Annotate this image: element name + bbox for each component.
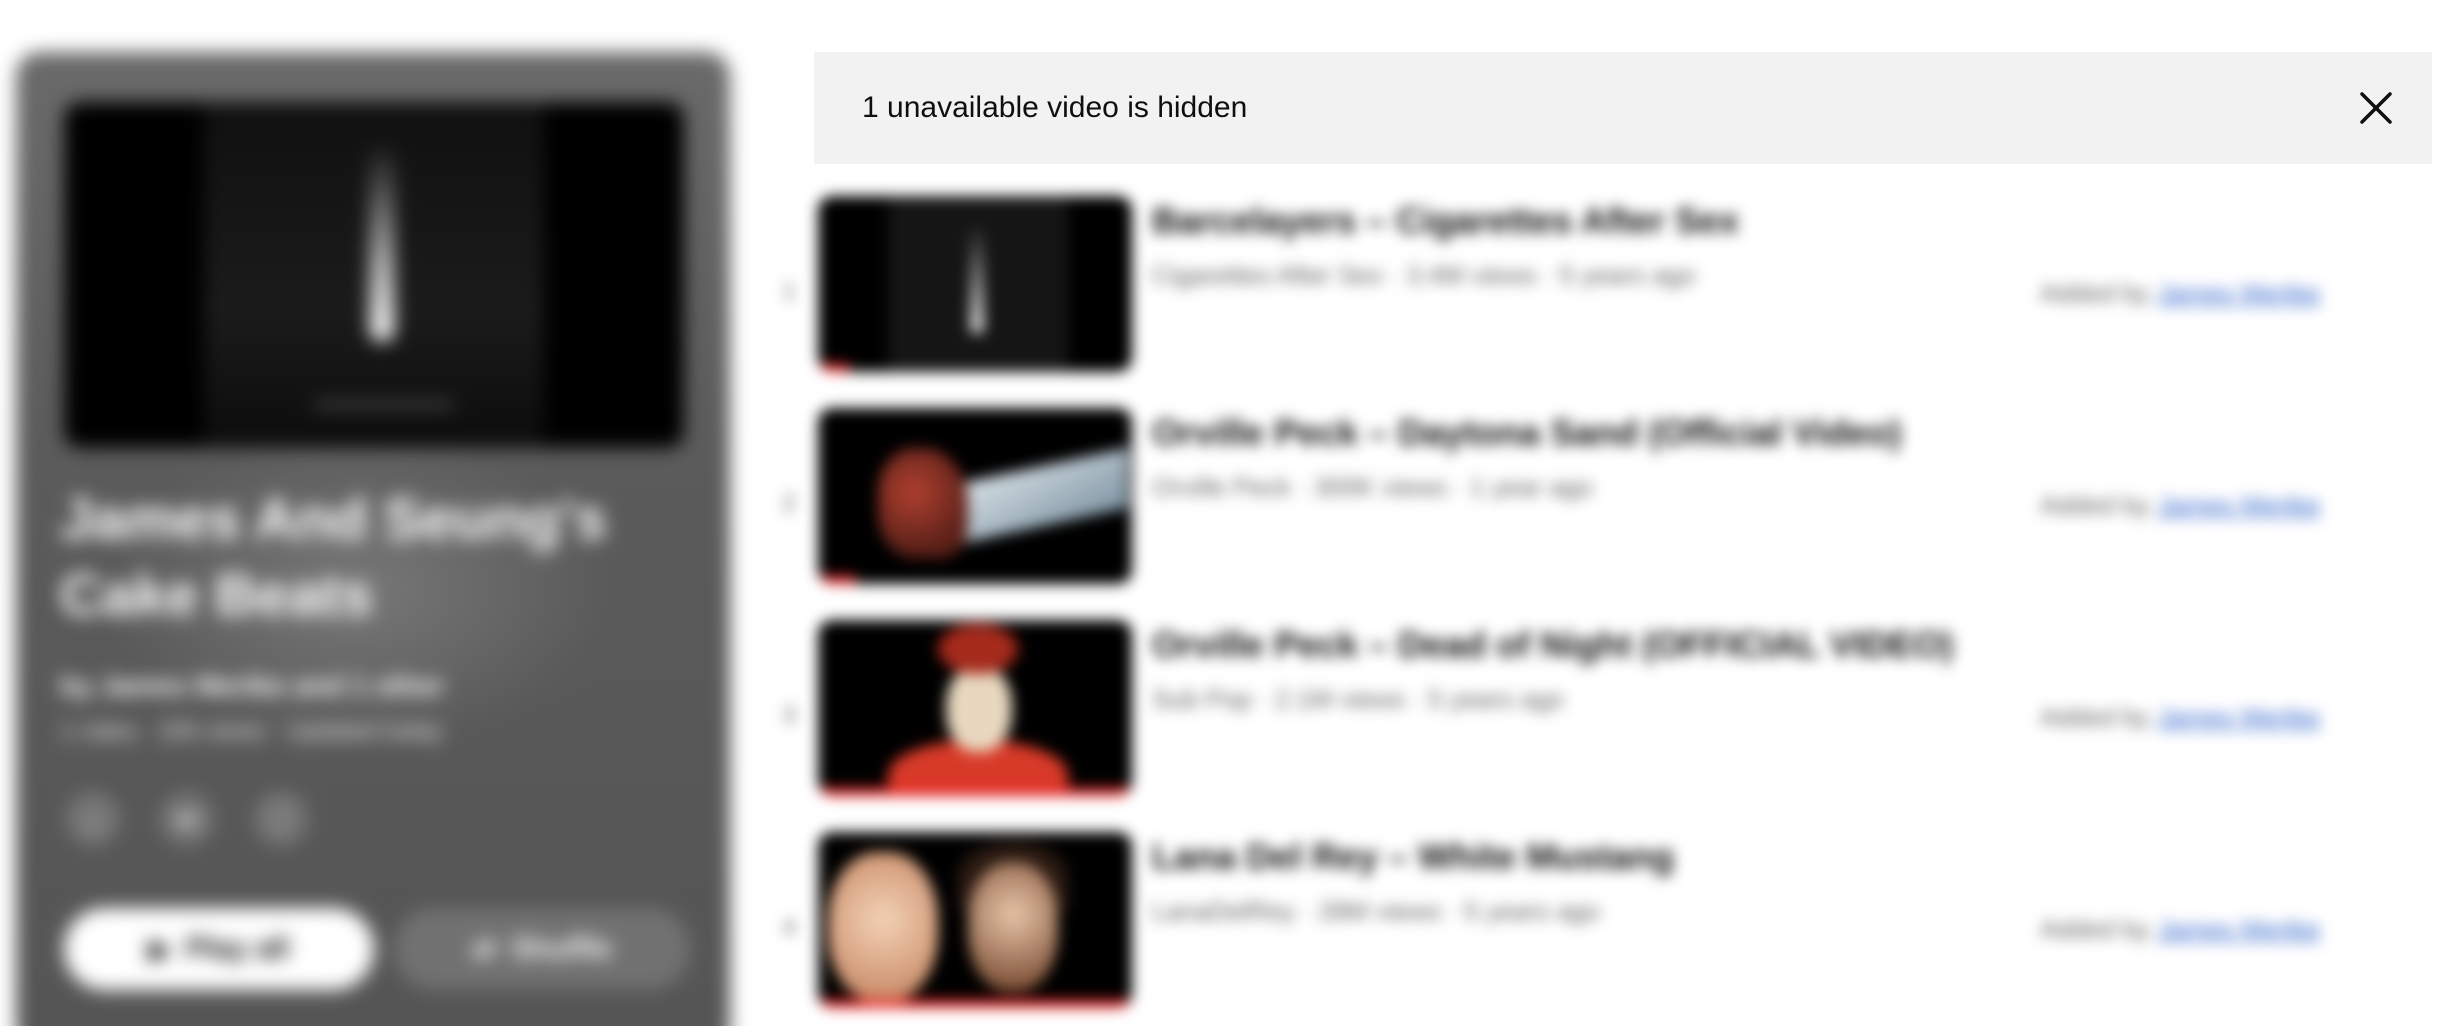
video-thumbnail[interactable]: [818, 196, 1132, 372]
thumbnail-figure-hat: [938, 624, 1018, 674]
added-by-prefix: Added by: [2040, 914, 2150, 944]
added-by: Added by James Mertke: [2040, 914, 2320, 945]
video-index: 3: [782, 702, 796, 729]
thumbnail-face-left: [828, 852, 938, 1002]
close-icon[interactable]: [2348, 80, 2404, 136]
video-meta: Cigarettes After Sex · 3.4M views · 5 ye…: [1152, 260, 1696, 290]
video-index: 1: [782, 278, 796, 305]
watch-progress-bar: [818, 576, 856, 584]
unavailable-videos-notice: 1 unavailable video is hidden: [814, 52, 2432, 164]
thumbnail-figure-face: [946, 666, 1012, 752]
video-thumbnail[interactable]: [818, 408, 1132, 584]
added-by: Added by James Mertke: [2040, 490, 2320, 521]
video-title[interactable]: Orville Peck – Daytona Sand (Official Vi…: [1152, 412, 1902, 454]
video-meta: Orville Peck · 300K views · 1 year ago: [1152, 472, 1593, 502]
watch-progress-bar: [818, 1000, 1132, 1008]
video-meta: Sub Pop · 2.1M views · 5 years ago: [1152, 684, 1564, 714]
added-by-link[interactable]: James Mertke: [2157, 278, 2320, 308]
watch-progress-bar: [818, 788, 1132, 796]
added-by-link[interactable]: James Mertke: [2157, 490, 2320, 520]
video-thumbnail[interactable]: [818, 620, 1132, 796]
watch-progress-bar: [818, 364, 850, 372]
added-by: Added by James Mertke: [2040, 278, 2320, 309]
added-by-link[interactable]: James Mertke: [2157, 914, 2320, 944]
video-title[interactable]: Lana Del Rey – White Mustang: [1152, 836, 1674, 878]
added-by-prefix: Added by: [2040, 490, 2150, 520]
video-index: 4: [782, 914, 796, 941]
notice-text: 1 unavailable video is hidden: [862, 91, 1248, 124]
added-by-prefix: Added by: [2040, 278, 2150, 308]
playlist-video-row[interactable]: 4 Lana Del Rey – White Mustang LanaDelRe…: [760, 832, 2440, 1022]
video-thumbnail[interactable]: [818, 832, 1132, 1008]
playlist-page: James And Seung's Cake Beats by James Me…: [0, 0, 2460, 1026]
video-meta: LanaDelRey · 28M views · 5 years ago: [1152, 896, 1600, 926]
playlist-video-row[interactable]: 3 Orville Peck – Dead of Night (OFFICIAL…: [760, 620, 2440, 810]
video-index: 2: [782, 490, 796, 517]
thumbnail-face-right: [968, 862, 1058, 992]
added-by: Added by James Mertke: [2040, 702, 2320, 733]
thumbnail-figure: [878, 448, 968, 558]
playlist-video-row[interactable]: 1 Barcelayers – Cigarettes After Sex Cig…: [760, 196, 2440, 386]
thumbnail-light-streak: [970, 224, 984, 334]
video-title[interactable]: Orville Peck – Dead of Night (OFFICIAL V…: [1152, 624, 1953, 666]
playlist-video-row[interactable]: 2 Orville Peck – Daytona Sand (Official …: [760, 408, 2440, 598]
video-title[interactable]: Barcelayers – Cigarettes After Sex: [1152, 200, 1739, 242]
added-by-link[interactable]: James Mertke: [2157, 702, 2320, 732]
added-by-prefix: Added by: [2040, 702, 2150, 732]
